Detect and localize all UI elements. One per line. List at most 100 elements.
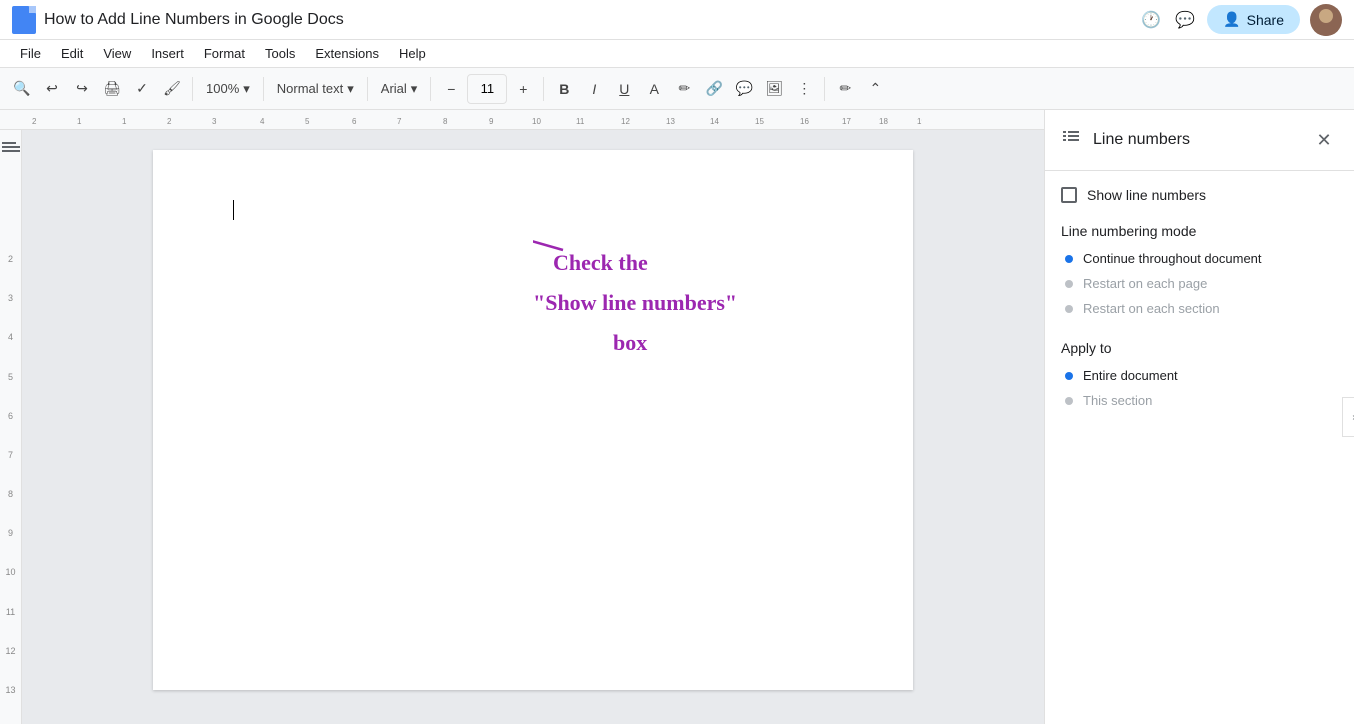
menu-file[interactable]: File <box>12 44 49 63</box>
menu-view[interactable]: View <box>95 44 139 63</box>
menu-help[interactable]: Help <box>391 44 434 63</box>
paragraph-style-chevron: ▾ <box>347 81 354 97</box>
zoom-value: 100% <box>206 81 239 96</box>
paragraph-style-dropdown[interactable]: Normal text ▾ <box>270 74 361 104</box>
svg-text:16: 16 <box>800 117 809 126</box>
ruler-num-13: 13 <box>5 685 15 724</box>
panel-lines-icon <box>1061 128 1081 153</box>
underline-btn[interactable]: U <box>610 73 638 105</box>
avatar[interactable] <box>1310 4 1342 36</box>
share-icon: 👤 <box>1223 11 1240 28</box>
show-line-numbers-checkbox[interactable] <box>1061 187 1077 203</box>
apply-to-group: Entire document This section <box>1061 368 1338 408</box>
menu-insert[interactable]: Insert <box>143 44 192 63</box>
ruler-num-12: 12 <box>5 646 15 685</box>
menu-format[interactable]: Format <box>196 44 253 63</box>
apply-to-title: Apply to <box>1061 340 1338 356</box>
toolbar: 🔍 ↩ ↪ 🖨 ✓ 🖌 100% ▾ Normal text ▾ Arial ▾… <box>0 68 1354 110</box>
menu-extensions[interactable]: Extensions <box>307 44 387 63</box>
ruler-num-9: 9 <box>8 528 13 567</box>
svg-text:15: 15 <box>755 117 764 126</box>
font-size-value: 11 <box>481 81 495 96</box>
pen-btn[interactable]: ✏ <box>831 73 859 105</box>
svg-text:2: 2 <box>167 117 172 126</box>
mode-option-continue[interactable]: Continue throughout document <box>1065 251 1338 266</box>
toolbar-divider-5 <box>543 77 544 101</box>
svg-text:18: 18 <box>879 117 888 126</box>
font-dropdown[interactable]: Arial ▾ <box>374 74 425 104</box>
bold-btn[interactable]: B <box>550 73 578 105</box>
panel-collapse-handle[interactable]: › <box>1342 397 1354 437</box>
font-chevron: ▾ <box>411 81 418 97</box>
mode-continue-label: Continue throughout document <box>1083 251 1262 266</box>
ruler-num-3: 3 <box>8 293 13 332</box>
svg-text:14: 14 <box>710 117 719 126</box>
more-btn[interactable]: ⋮ <box>790 73 818 105</box>
document-title: How to Add Line Numbers in Google Docs <box>44 11 1131 29</box>
title-icons: 🕐 💬 👤 Share <box>1139 4 1342 36</box>
show-line-numbers-row: Show line numbers <box>1061 187 1338 203</box>
ruler-num-7: 7 <box>8 450 13 489</box>
toolbar-divider-1 <box>192 77 193 101</box>
menu-edit[interactable]: Edit <box>53 44 91 63</box>
toolbar-divider-6 <box>824 77 825 101</box>
numbering-mode-title: Line numbering mode <box>1061 223 1338 239</box>
editor-body: 2 3 4 5 6 7 8 9 10 11 12 13 <box>0 130 1044 724</box>
text-cursor <box>233 200 234 220</box>
annotation-overlay: Check the "Show line numbers" box <box>533 230 913 435</box>
font-size-increase-btn[interactable]: + <box>509 73 537 105</box>
zoom-dropdown[interactable]: 100% ▾ <box>199 74 257 104</box>
show-line-numbers-label: Show line numbers <box>1087 187 1206 203</box>
expand-btn[interactable]: ⌃ <box>861 73 889 105</box>
image-btn[interactable]: 🖼 <box>760 73 788 105</box>
spellcheck-btn[interactable]: ✓ <box>128 73 156 105</box>
font-size-input[interactable]: 11 <box>467 74 507 104</box>
comment-insert-btn[interactable]: 💬 <box>730 73 758 105</box>
comment-icon[interactable]: 💬 <box>1173 8 1197 32</box>
annotation-line1: Check the <box>553 250 648 275</box>
undo-btn[interactable]: ↩ <box>38 73 66 105</box>
apply-section-label: This section <box>1083 393 1152 408</box>
link-btn[interactable]: 🔗 <box>700 73 728 105</box>
apply-entire-dot <box>1065 372 1073 380</box>
italic-btn[interactable]: I <box>580 73 608 105</box>
menu-bar: File Edit View Insert Format Tools Exten… <box>0 40 1354 68</box>
apply-entire-doc[interactable]: Entire document <box>1065 368 1338 383</box>
highlight-btn[interactable]: ✏ <box>670 73 698 105</box>
ruler-num-4: 4 <box>8 332 13 371</box>
panel-title: Line numbers <box>1093 131 1298 149</box>
ruler-num-2: 2 <box>8 254 13 293</box>
apply-this-section[interactable]: This section <box>1065 393 1338 408</box>
mode-restart-section-dot <box>1065 305 1073 313</box>
mode-restart-page-dot <box>1065 280 1073 288</box>
svg-text:1: 1 <box>122 117 127 126</box>
search-btn[interactable]: 🔍 <box>8 73 36 105</box>
svg-text:8: 8 <box>443 117 448 126</box>
annotation-arrow-line <box>533 230 563 250</box>
annotation-line2: "Show line numbers" <box>533 290 737 315</box>
print-btn[interactable]: 🖨 <box>98 73 126 105</box>
document-page[interactable]: Check the "Show line numbers" box <box>153 150 913 690</box>
svg-text:19: 19 <box>917 117 922 126</box>
document-scroll[interactable]: Check the "Show line numbers" box <box>22 130 1044 724</box>
paint-format-btn[interactable]: 🖌 <box>158 73 186 105</box>
svg-text:11: 11 <box>576 117 585 126</box>
outline-icon[interactable] <box>2 140 20 154</box>
text-color-btn[interactable]: A <box>640 73 668 105</box>
svg-text:7: 7 <box>397 117 402 126</box>
redo-btn[interactable]: ↪ <box>68 73 96 105</box>
history-icon[interactable]: 🕐 <box>1139 8 1163 32</box>
svg-text:9: 9 <box>489 117 494 126</box>
mode-option-restart-section[interactable]: Restart on each section <box>1065 301 1338 316</box>
svg-text:5: 5 <box>305 117 310 126</box>
panel-close-button[interactable]: ✕ <box>1310 126 1338 154</box>
mode-restart-page-label: Restart on each page <box>1083 276 1207 291</box>
font-size-decrease-btn[interactable]: − <box>437 73 465 105</box>
share-button[interactable]: 👤 Share <box>1207 5 1300 34</box>
ruler-num-6: 6 <box>8 411 13 450</box>
ruler-num-5: 5 <box>8 372 13 411</box>
mode-option-restart-page[interactable]: Restart on each page <box>1065 276 1338 291</box>
menu-tools[interactable]: Tools <box>257 44 303 63</box>
vertical-ruler: 2 3 4 5 6 7 8 9 10 11 12 13 <box>0 130 22 724</box>
ruler-num-11: 11 <box>6 607 15 646</box>
